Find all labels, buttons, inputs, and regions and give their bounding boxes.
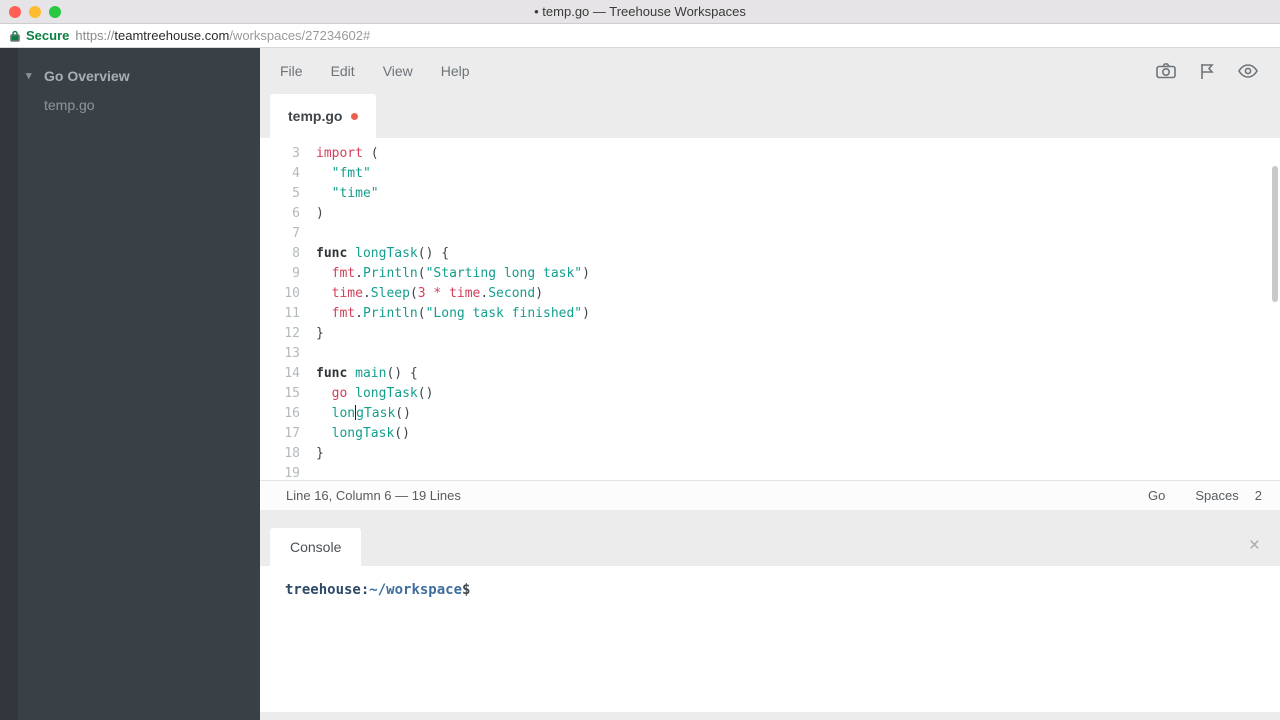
code-line[interactable]: 16 longTask() <box>260 404 1280 424</box>
language-mode-select[interactable]: Go <box>1148 488 1165 503</box>
menu-help[interactable]: Help <box>441 63 470 79</box>
console-tab-label: Console <box>290 539 341 555</box>
code-line[interactable]: 5 "time" <box>260 184 1280 204</box>
flag-icon[interactable] <box>1200 63 1214 80</box>
window-titlebar: • temp.go — Treehouse Workspaces <box>0 0 1280 24</box>
panel-divider <box>260 510 1280 528</box>
sidebar-item-label: Go Overview <box>44 68 130 84</box>
indent-label: Spaces <box>1195 488 1238 503</box>
unsaved-dot-icon <box>351 113 358 120</box>
line-number: 8 <box>260 244 300 264</box>
code-area: 3import (4 "fmt"5 "time"6)78func longTas… <box>260 144 1280 480</box>
code-line[interactable]: 8func longTask() { <box>260 244 1280 264</box>
code-line[interactable]: 19 <box>260 464 1280 480</box>
line-number: 14 <box>260 364 300 384</box>
file-sidebar: ▾ Go Overview temp.go <box>0 48 260 720</box>
code-line[interactable]: 4 "fmt" <box>260 164 1280 184</box>
window-controls <box>0 6 61 18</box>
code-line[interactable]: 7 <box>260 224 1280 244</box>
console-tabbar: Console × <box>260 528 1280 566</box>
eye-icon[interactable] <box>1238 64 1258 78</box>
editor-tab-temp-go[interactable]: temp.go <box>270 94 376 138</box>
sidebar-item-temp-go[interactable]: temp.go <box>0 91 260 120</box>
line-number: 19 <box>260 464 300 480</box>
url-path: /workspaces/27234602# <box>229 28 370 43</box>
browser-window: • temp.go — Treehouse Workspaces Secure … <box>0 0 1280 720</box>
console-terminal[interactable]: treehouse:~/workspace$ <box>260 566 1280 712</box>
code-line[interactable]: 6) <box>260 204 1280 224</box>
line-number: 5 <box>260 184 300 204</box>
secure-badge: Secure <box>26 28 69 43</box>
toolbar-icons <box>1156 63 1258 80</box>
code-editor[interactable]: 3import (4 "fmt"5 "time"6)78func longTas… <box>260 138 1280 480</box>
terminal-prompt: treehouse:~/workspace$ <box>285 582 1280 598</box>
chevron-down-icon: ▾ <box>26 69 32 82</box>
code-line[interactable]: 9 fmt.Println("Starting long task") <box>260 264 1280 284</box>
ide-menubar: File Edit View Help <box>260 48 1280 94</box>
line-number: 17 <box>260 424 300 444</box>
sidebar-item-go-overview[interactable]: ▾ Go Overview <box>0 62 260 91</box>
editor-statusbar: Line 16, Column 6 — 19 Lines Go Spaces 2 <box>260 480 1280 510</box>
minimize-window-button[interactable] <box>29 6 41 18</box>
menu-view[interactable]: View <box>383 63 413 79</box>
window-title: • temp.go — Treehouse Workspaces <box>0 4 1280 19</box>
console-tab[interactable]: Console <box>270 528 361 566</box>
code-line[interactable]: 11 fmt.Println("Long task finished") <box>260 304 1280 324</box>
line-number: 6 <box>260 204 300 224</box>
camera-icon[interactable] <box>1156 63 1176 79</box>
code-line[interactable]: 17 longTask() <box>260 424 1280 444</box>
lock-icon <box>10 30 20 42</box>
line-number: 13 <box>260 344 300 364</box>
line-number: 10 <box>260 284 300 304</box>
ide-main: File Edit View Help <box>260 48 1280 720</box>
browser-address-bar[interactable]: Secure https://teamtreehouse.com/workspa… <box>0 24 1280 48</box>
code-line[interactable]: 15 go longTask() <box>260 384 1280 404</box>
line-number: 16 <box>260 404 300 424</box>
url-host: teamtreehouse.com <box>114 28 229 43</box>
code-line[interactable]: 10 time.Sleep(3 * time.Second) <box>260 284 1280 304</box>
line-number: 15 <box>260 384 300 404</box>
code-line[interactable]: 12} <box>260 324 1280 344</box>
bottom-padding <box>260 712 1280 720</box>
cursor-position-status: Line 16, Column 6 — 19 Lines <box>286 488 461 503</box>
sidebar-item-label: temp.go <box>44 97 95 113</box>
editor-tabbar: temp.go <box>260 94 1280 138</box>
line-number: 12 <box>260 324 300 344</box>
editor-tab-label: temp.go <box>288 108 342 124</box>
indent-value: 2 <box>1255 488 1262 503</box>
indentation-select[interactable]: Spaces 2 <box>1195 488 1262 503</box>
menu-edit[interactable]: Edit <box>331 63 355 79</box>
code-line[interactable]: 3import ( <box>260 144 1280 164</box>
line-number: 3 <box>260 144 300 164</box>
code-line[interactable]: 13 <box>260 344 1280 364</box>
url-scheme: https:// <box>75 28 114 43</box>
code-line[interactable]: 18} <box>260 444 1280 464</box>
code-line[interactable]: 14func main() { <box>260 364 1280 384</box>
url-text[interactable]: https://teamtreehouse.com/workspaces/272… <box>75 28 370 43</box>
editor-scrollbar[interactable] <box>1272 166 1278 302</box>
zoom-window-button[interactable] <box>49 6 61 18</box>
line-number: 4 <box>260 164 300 184</box>
line-number: 18 <box>260 444 300 464</box>
line-number: 9 <box>260 264 300 284</box>
close-console-icon[interactable]: × <box>1249 536 1260 555</box>
line-number: 7 <box>260 224 300 244</box>
menu-file[interactable]: File <box>280 63 303 79</box>
line-number: 11 <box>260 304 300 324</box>
workspace: ▾ Go Overview temp.go File Edit View Hel… <box>0 48 1280 720</box>
close-window-button[interactable] <box>9 6 21 18</box>
